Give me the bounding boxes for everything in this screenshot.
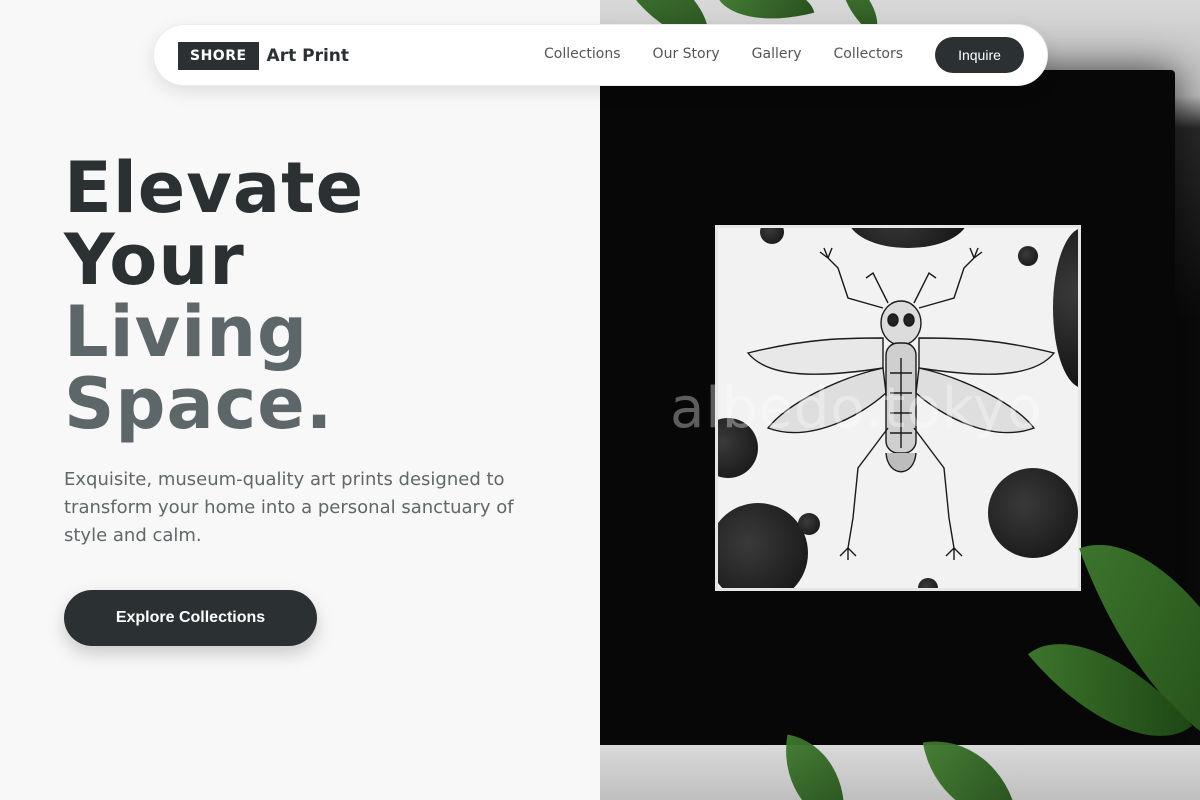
brand-badge: SHORE (178, 42, 259, 70)
headline-line-3: Living (64, 291, 309, 373)
brand-logo[interactable]: SHORE Art Print (178, 42, 349, 70)
hero-subtitle: Exquisite, museum-quality art prints des… (64, 469, 514, 546)
headline-line-4: Space. (64, 363, 334, 445)
nav-link-our-story[interactable]: Our Story (653, 46, 720, 62)
nav-link-collectors[interactable]: Collectors (834, 46, 904, 62)
nav-link-collections[interactable]: Collections (544, 46, 621, 62)
floor-strip (600, 745, 1200, 800)
headline-line-1: Elevate (64, 147, 365, 229)
hero-headline: Elevate Your Living Space. (64, 152, 364, 440)
nav-links: Collections Our Story Gallery Collectors (544, 46, 903, 62)
headline-line-2: Your (64, 219, 245, 301)
hero-image: albedo.tokyo (600, 0, 1200, 800)
image-watermark: albedo.tokyo (670, 376, 1043, 441)
brand-name: Art Print (266, 46, 350, 66)
nav-link-gallery[interactable]: Gallery (752, 46, 802, 62)
explore-collections-button[interactable]: Explore Collections (64, 590, 317, 646)
inquire-button[interactable]: Inquire (935, 37, 1024, 73)
top-navbar: SHORE Art Print Collections Our Story Ga… (153, 24, 1048, 86)
